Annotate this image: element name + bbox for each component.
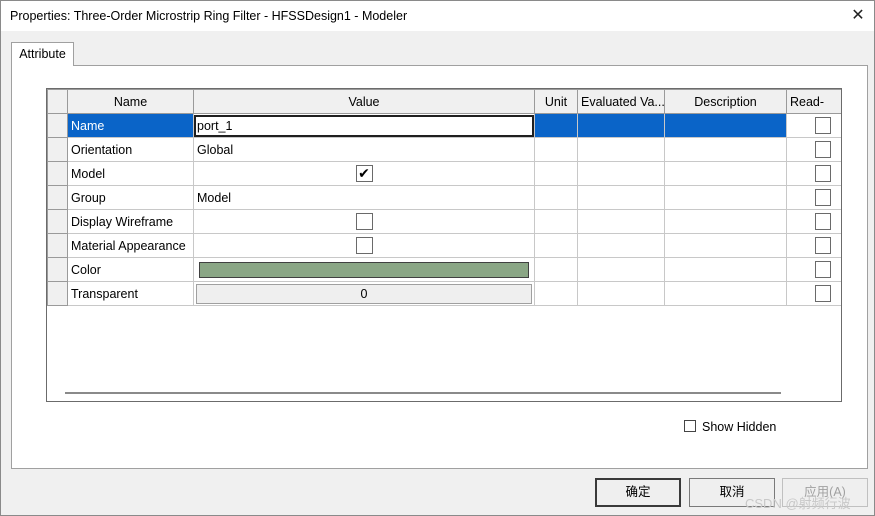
grid-header-row: Name Value Unit Evaluated Va... Descript…	[47, 89, 841, 114]
tab-attribute[interactable]: Attribute	[11, 42, 74, 66]
unit-cell	[534, 161, 578, 186]
unit-cell	[534, 281, 578, 306]
evaluated-value-cell	[577, 233, 665, 258]
title-bar: Properties: Three-Order Microstrip Ring …	[1, 1, 874, 31]
description-cell	[664, 185, 787, 210]
model-checkbox[interactable]: ✔	[355, 165, 373, 182]
transparent-value-field[interactable]: 0	[196, 283, 532, 304]
unit-cell	[534, 137, 578, 162]
property-name-cell[interactable]: Name	[67, 113, 194, 138]
read-only-checkbox[interactable]	[815, 165, 831, 182]
table-row[interactable]: Material Appearance	[47, 233, 841, 258]
read-only-checkbox[interactable]	[815, 285, 831, 302]
horizontal-scrollbar[interactable]	[47, 385, 841, 401]
column-header-name[interactable]: Name	[67, 89, 194, 114]
row-header[interactable]	[47, 257, 68, 282]
evaluated-value-cell	[577, 257, 665, 282]
table-row[interactable]: Color	[47, 257, 841, 282]
column-header-read-only[interactable]: Read-	[786, 89, 841, 114]
material-appearance-checkbox[interactable]	[355, 237, 373, 254]
name-value-input[interactable]: port_1	[194, 114, 534, 137]
row-header[interactable]	[47, 281, 68, 306]
column-header-evaluated-value[interactable]: Evaluated Va...	[577, 89, 665, 114]
property-name-cell[interactable]: Transparent	[67, 281, 194, 306]
row-header[interactable]	[47, 209, 68, 234]
column-header-unit[interactable]: Unit	[534, 89, 578, 114]
properties-dialog: Properties: Three-Order Microstrip Ring …	[0, 0, 875, 516]
row-header[interactable]	[47, 161, 68, 186]
table-row[interactable]: Orientation Global	[47, 137, 841, 162]
close-icon[interactable]: ✕	[842, 1, 874, 31]
description-cell	[664, 257, 787, 282]
unit-cell	[534, 233, 578, 258]
property-name-cell[interactable]: Orientation	[67, 137, 194, 162]
read-only-checkbox[interactable]	[815, 117, 831, 134]
table-row[interactable]: Display Wireframe	[47, 209, 841, 234]
unit-cell	[534, 257, 578, 282]
read-only-checkbox[interactable]	[815, 189, 831, 206]
unit-cell	[534, 185, 578, 210]
row-header[interactable]	[47, 113, 68, 138]
description-cell	[664, 281, 787, 306]
description-cell	[664, 113, 787, 138]
show-hidden-checkbox[interactable]	[684, 420, 696, 432]
group-value[interactable]: Model	[193, 185, 535, 210]
evaluated-value-cell	[577, 161, 665, 186]
show-hidden-label: Show Hidden	[702, 420, 777, 434]
read-only-checkbox[interactable]	[815, 261, 831, 278]
evaluated-value-cell	[577, 281, 665, 306]
property-grid: Name Value Unit Evaluated Va... Descript…	[46, 88, 842, 402]
orientation-value[interactable]: Global	[193, 137, 535, 162]
property-name-cell[interactable]: Color	[67, 257, 194, 282]
evaluated-value-cell	[577, 113, 665, 138]
read-only-checkbox[interactable]	[815, 141, 831, 158]
evaluated-value-cell	[577, 137, 665, 162]
table-row[interactable]: Model ✔	[47, 161, 841, 186]
color-swatch[interactable]	[199, 261, 529, 278]
window-title: Properties: Three-Order Microstrip Ring …	[10, 9, 408, 23]
read-only-checkbox[interactable]	[815, 213, 831, 230]
table-row[interactable]: Name port_1	[47, 113, 841, 138]
description-cell	[664, 137, 787, 162]
unit-cell	[534, 209, 578, 234]
property-name-cell[interactable]: Group	[67, 185, 194, 210]
attribute-panel: Name Value Unit Evaluated Va... Descript…	[11, 65, 868, 469]
column-header-value[interactable]: Value	[193, 89, 535, 114]
ok-button[interactable]: 确定	[595, 478, 681, 507]
grid-corner	[47, 89, 68, 114]
property-name-cell[interactable]: Material Appearance	[67, 233, 194, 258]
description-cell	[664, 161, 787, 186]
description-cell	[664, 209, 787, 234]
table-row[interactable]: Group Model	[47, 185, 841, 210]
unit-cell	[534, 113, 578, 138]
display-wireframe-checkbox[interactable]	[355, 213, 373, 230]
evaluated-value-cell	[577, 185, 665, 210]
property-table: Name Value Unit Evaluated Va... Descript…	[47, 89, 841, 306]
column-header-description[interactable]: Description	[664, 89, 787, 114]
property-name-cell[interactable]: Model	[67, 161, 194, 186]
table-row[interactable]: Transparent 0	[47, 281, 841, 306]
scrollbar-thumb[interactable]	[65, 392, 781, 394]
evaluated-value-cell	[577, 209, 665, 234]
row-header[interactable]	[47, 185, 68, 210]
row-header[interactable]	[47, 233, 68, 258]
show-hidden-toggle[interactable]: Show Hidden	[684, 420, 776, 434]
row-header[interactable]	[47, 137, 68, 162]
property-name-cell[interactable]: Display Wireframe	[67, 209, 194, 234]
read-only-checkbox[interactable]	[815, 237, 831, 254]
description-cell	[664, 233, 787, 258]
watermark-text: CSDN @射频行波	[745, 496, 851, 511]
